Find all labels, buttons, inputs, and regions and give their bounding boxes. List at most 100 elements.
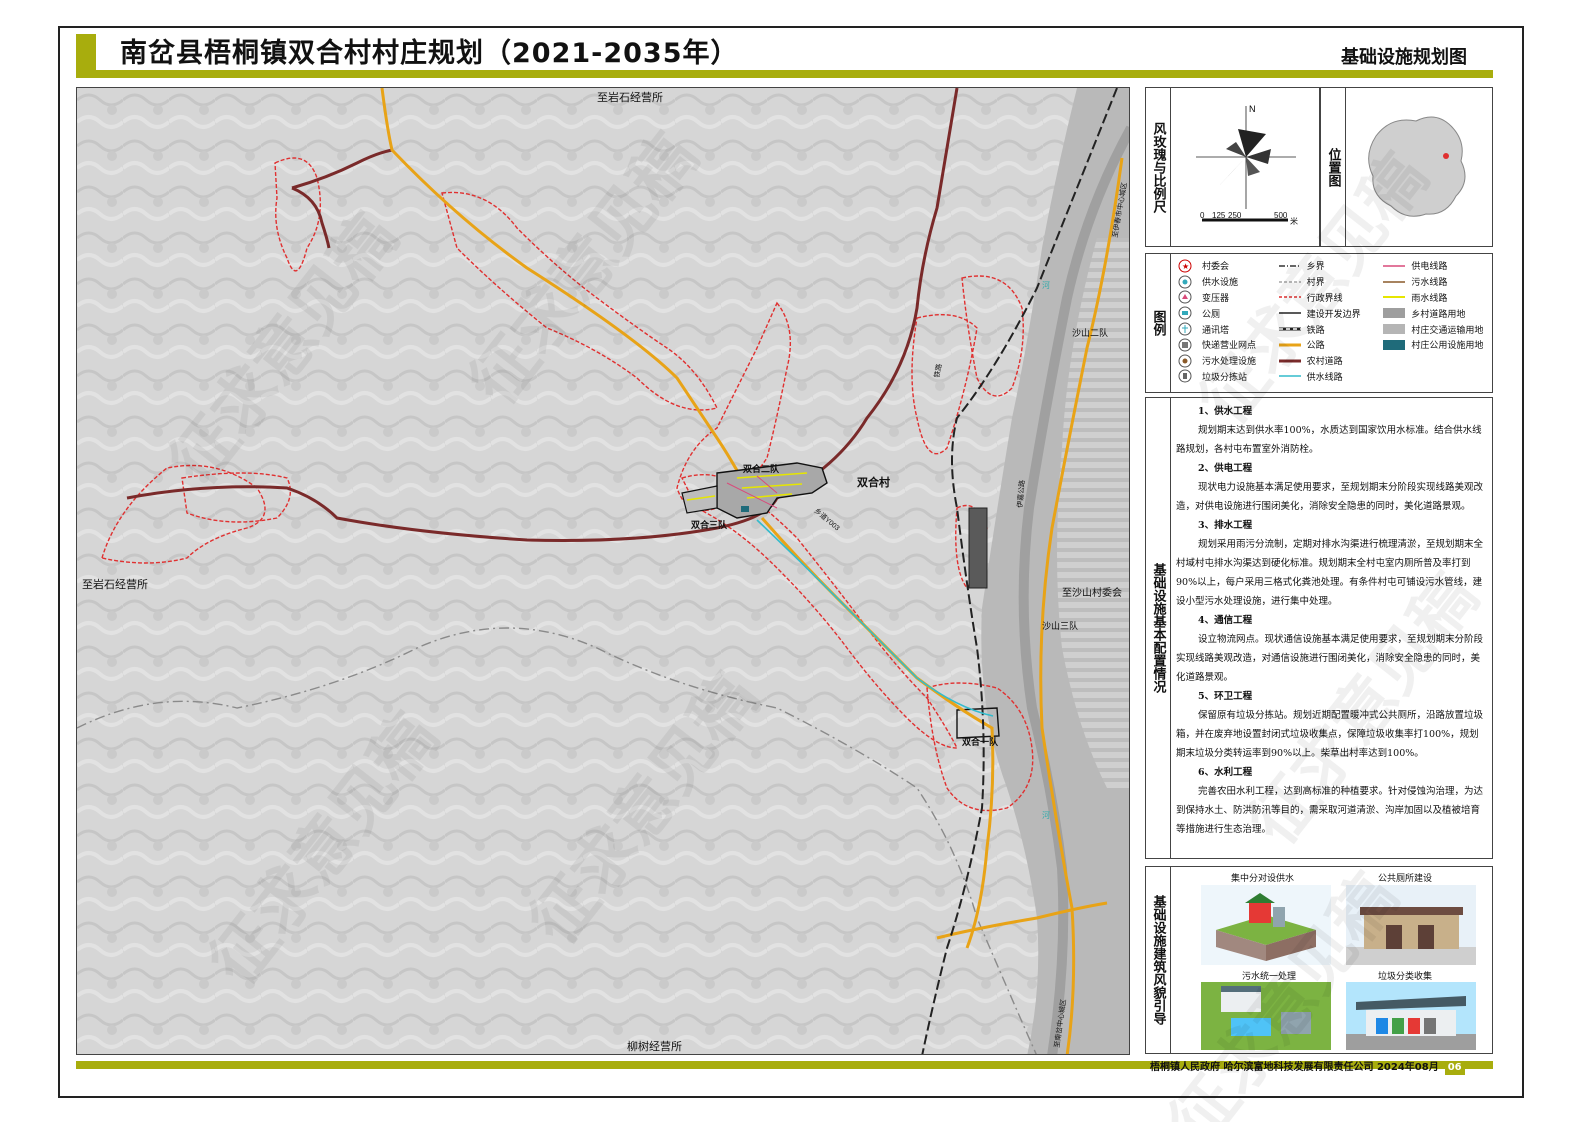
label-south-destination: 柳树经营所 [627, 1039, 682, 1053]
footer: 梧桐镇人民政府 哈尔滨富地科技发展有限责任公司 2024年08月 06 [1150, 1061, 1465, 1075]
scale-tick-0: 0 [1200, 211, 1205, 220]
wind-rose-panel: 风玫瑰与比例尺 N 0 125 250 500 米 [1145, 87, 1320, 247]
legend-item-label: 建设开发边界 [1306, 309, 1361, 320]
label-river-2: 河 [1042, 810, 1050, 820]
legend-item-village-office: ★ 村委会 [1174, 258, 1279, 274]
note-body: 规划采用雨污分流制，定期对排水沟渠进行梳理清淤，至规划期末全村域村屯排水沟渠达到… [1176, 539, 1484, 607]
sewage-facility-icon [1174, 354, 1196, 368]
legend-grid: ★ 村委会 乡界 供电线路供水设施 村界 污水线路变压器 行政界线 雨水线路公厕 建设开发边界 乡… [1174, 258, 1488, 388]
empty-icon [1383, 356, 1405, 366]
legend-item-rural-road-land: 乡村道路用地 [1383, 305, 1488, 321]
guide-caption-water: 集中分对设供水 [1231, 874, 1295, 884]
legend-item-water-line: 供水线路 [1278, 369, 1384, 385]
water-supply-illustration [1201, 885, 1331, 965]
scale-tick-2: 250 [1228, 211, 1242, 220]
development-boundary-icon [1278, 308, 1301, 318]
legend-item-toilet: 公厕 [1174, 305, 1279, 321]
label-shuanghe-team3: 双合三队 [691, 519, 728, 530]
guide-panel-label: 基础设施建筑风貌引导 [1146, 867, 1171, 1053]
scale-tick-3: 500 [1274, 211, 1288, 220]
note-body: 完善农田水利工程，达到高标准的种植要求。针对侵蚀沟治理，为达到保持水土、防洪防汛… [1176, 786, 1484, 835]
wind-rose-icon: N 0 125 250 500 米 [1196, 104, 1298, 226]
note-heading: 5、环卫工程 [1198, 691, 1253, 702]
utility-land-icon [1383, 339, 1406, 350]
legend-item-rural-road: 农村道路 [1278, 353, 1384, 369]
legend-item-label: 供电线路 [1411, 262, 1448, 273]
legend-item-label: 公厕 [1202, 309, 1221, 320]
rural-road-land-icon [1383, 308, 1406, 319]
label-shuanghe-team2: 双合二队 [743, 463, 780, 474]
legend-empty-cell [1383, 353, 1488, 369]
legend-item-label: 铁路 [1306, 325, 1325, 336]
guide-caption-toilet: 公共厕所建设 [1378, 874, 1433, 884]
legend-item-label: 公路 [1306, 341, 1325, 352]
legend-panel-label: 图例 [1146, 254, 1171, 392]
railway-icon [1278, 324, 1301, 334]
garbage-collection-illustration [1346, 982, 1476, 1050]
legend-item-utility-land: 村庄公用设施用地 [1383, 337, 1488, 353]
legend-item-railway: 铁路 [1278, 321, 1384, 337]
legend-item-label: 乡界 [1306, 262, 1325, 273]
toilet-icon [1174, 306, 1196, 320]
legend-item-label: 变压器 [1202, 293, 1230, 304]
legend-item-express-point: 快递营业网点 [1174, 337, 1279, 353]
scale-unit: 米 [1290, 216, 1298, 226]
legend-item-village-boundary: 村界 [1278, 274, 1384, 290]
note-heading: 6、水利工程 [1198, 767, 1253, 778]
notes-panel: 基础设施基本配置情况 1、供水工程 规划期末达到供水率100%，水质达到国家饮用水… [1145, 397, 1493, 859]
transformer-icon [1174, 290, 1196, 304]
wind-rose-panel-label: 风玫瑰与比例尺 [1146, 88, 1171, 246]
location-label-text: 位置图 [1325, 147, 1341, 187]
legend-item-transport-land: 村庄交通运输用地 [1383, 321, 1488, 337]
express-point-icon [1174, 338, 1196, 352]
legend-item-rain-line: 雨水线路 [1383, 290, 1488, 306]
legend-item-label: 村委会 [1202, 262, 1230, 273]
page-title: 南岔县梧桐镇双合村村庄规划（2021-2035年） [120, 38, 739, 69]
legend-item-label: 农村道路 [1306, 357, 1343, 368]
power-line-icon [1383, 261, 1406, 271]
notes-content: 1、供水工程 规划期末达到供水率100%，水质达到国家饮用水标准。结合供水线路规划… [1176, 402, 1484, 839]
scale-tick-1: 125 [1212, 211, 1226, 220]
legend-item-garbage-station: 垃圾分拣站 [1174, 369, 1279, 385]
legend-item-label: 供水设施 [1202, 278, 1239, 289]
guide-caption-garbage: 垃圾分类收集 [1378, 972, 1433, 982]
map-subtitle: 基础设施规划图 [1341, 47, 1467, 68]
legend-item-comm-tower: 通讯塔 [1174, 321, 1279, 337]
guide-caption-sewage: 污水统一处理 [1242, 972, 1297, 982]
legend-item-sewage-line: 污水线路 [1383, 274, 1488, 290]
label-shuanghe-team1: 双合一队 [962, 736, 999, 747]
svg-text:★: ★ [1182, 262, 1189, 271]
note-body: 设立物流网点。现状通信设施基本满足使用要求，至规划期末分阶段实现线路美观改造，对… [1176, 634, 1484, 683]
legend-item-power-line: 供电线路 [1383, 258, 1488, 274]
label-shashan-team2: 沙山二队 [1072, 327, 1108, 338]
legend-empty-cell [1383, 369, 1488, 385]
legend-item-label: 污水线路 [1411, 278, 1448, 289]
legend-item-label: 乡村道路用地 [1411, 309, 1466, 320]
admin-boundary-icon [1278, 292, 1301, 302]
wind-rose-label-text: 风玫瑰与比例尺 [1150, 121, 1166, 213]
legend-item-label: 行政界线 [1306, 293, 1343, 304]
legend-item-water-facility: 供水设施 [1174, 274, 1279, 290]
development-boundary-east [968, 507, 988, 589]
title-accent-bar [76, 34, 96, 74]
main-map[interactable]: 至岩石经营所 至岩石经营所 柳树经营所 双合村 双合二队 双合三队 双合一队 沙… [76, 87, 1130, 1055]
legend-item-label: 通讯塔 [1202, 325, 1230, 336]
water-facility-icon [1174, 275, 1196, 289]
legend-item-development-boundary: 建设开发边界 [1278, 305, 1384, 321]
empty-icon [1383, 371, 1405, 381]
notes-panel-label: 基础设施基本配置情况 [1146, 398, 1171, 858]
footer-credits: 梧桐镇人民政府 哈尔滨富地科技发展有限责任公司 2024年08月 [1150, 1062, 1439, 1073]
location-panel-label: 位置图 [1321, 88, 1346, 246]
note-heading: 2、供电工程 [1198, 463, 1253, 474]
guide-panel: 基础设施建筑风貌引导 集中分对设供水 公共厕所建设 污水统一处理 垃圾分类收集 [1145, 866, 1493, 1054]
village-boundary-icon [1278, 277, 1301, 287]
public-toilet-illustration [1346, 885, 1476, 965]
legend-item-label: 污水处理设施 [1202, 357, 1257, 368]
notes-label-text: 基础设施基本配置情况 [1150, 563, 1166, 693]
garbage-station-icon [1174, 369, 1196, 383]
water-line-icon [1278, 371, 1301, 381]
legend-panel: 图例 ★ 村委会 乡界 供电线路供水设施 村界 污水线路变压器 行政界线 雨水线路公厕 建设开发… [1145, 253, 1493, 393]
label-to-shashan: 至沙山村委会 [1062, 586, 1122, 599]
note-heading: 3、排水工程 [1198, 520, 1253, 531]
note-body: 保留原有垃圾分拣站。规划近期配置暖冲式公共厕所，沿路放置垃圾箱，并在废弃地设置封… [1176, 710, 1484, 759]
